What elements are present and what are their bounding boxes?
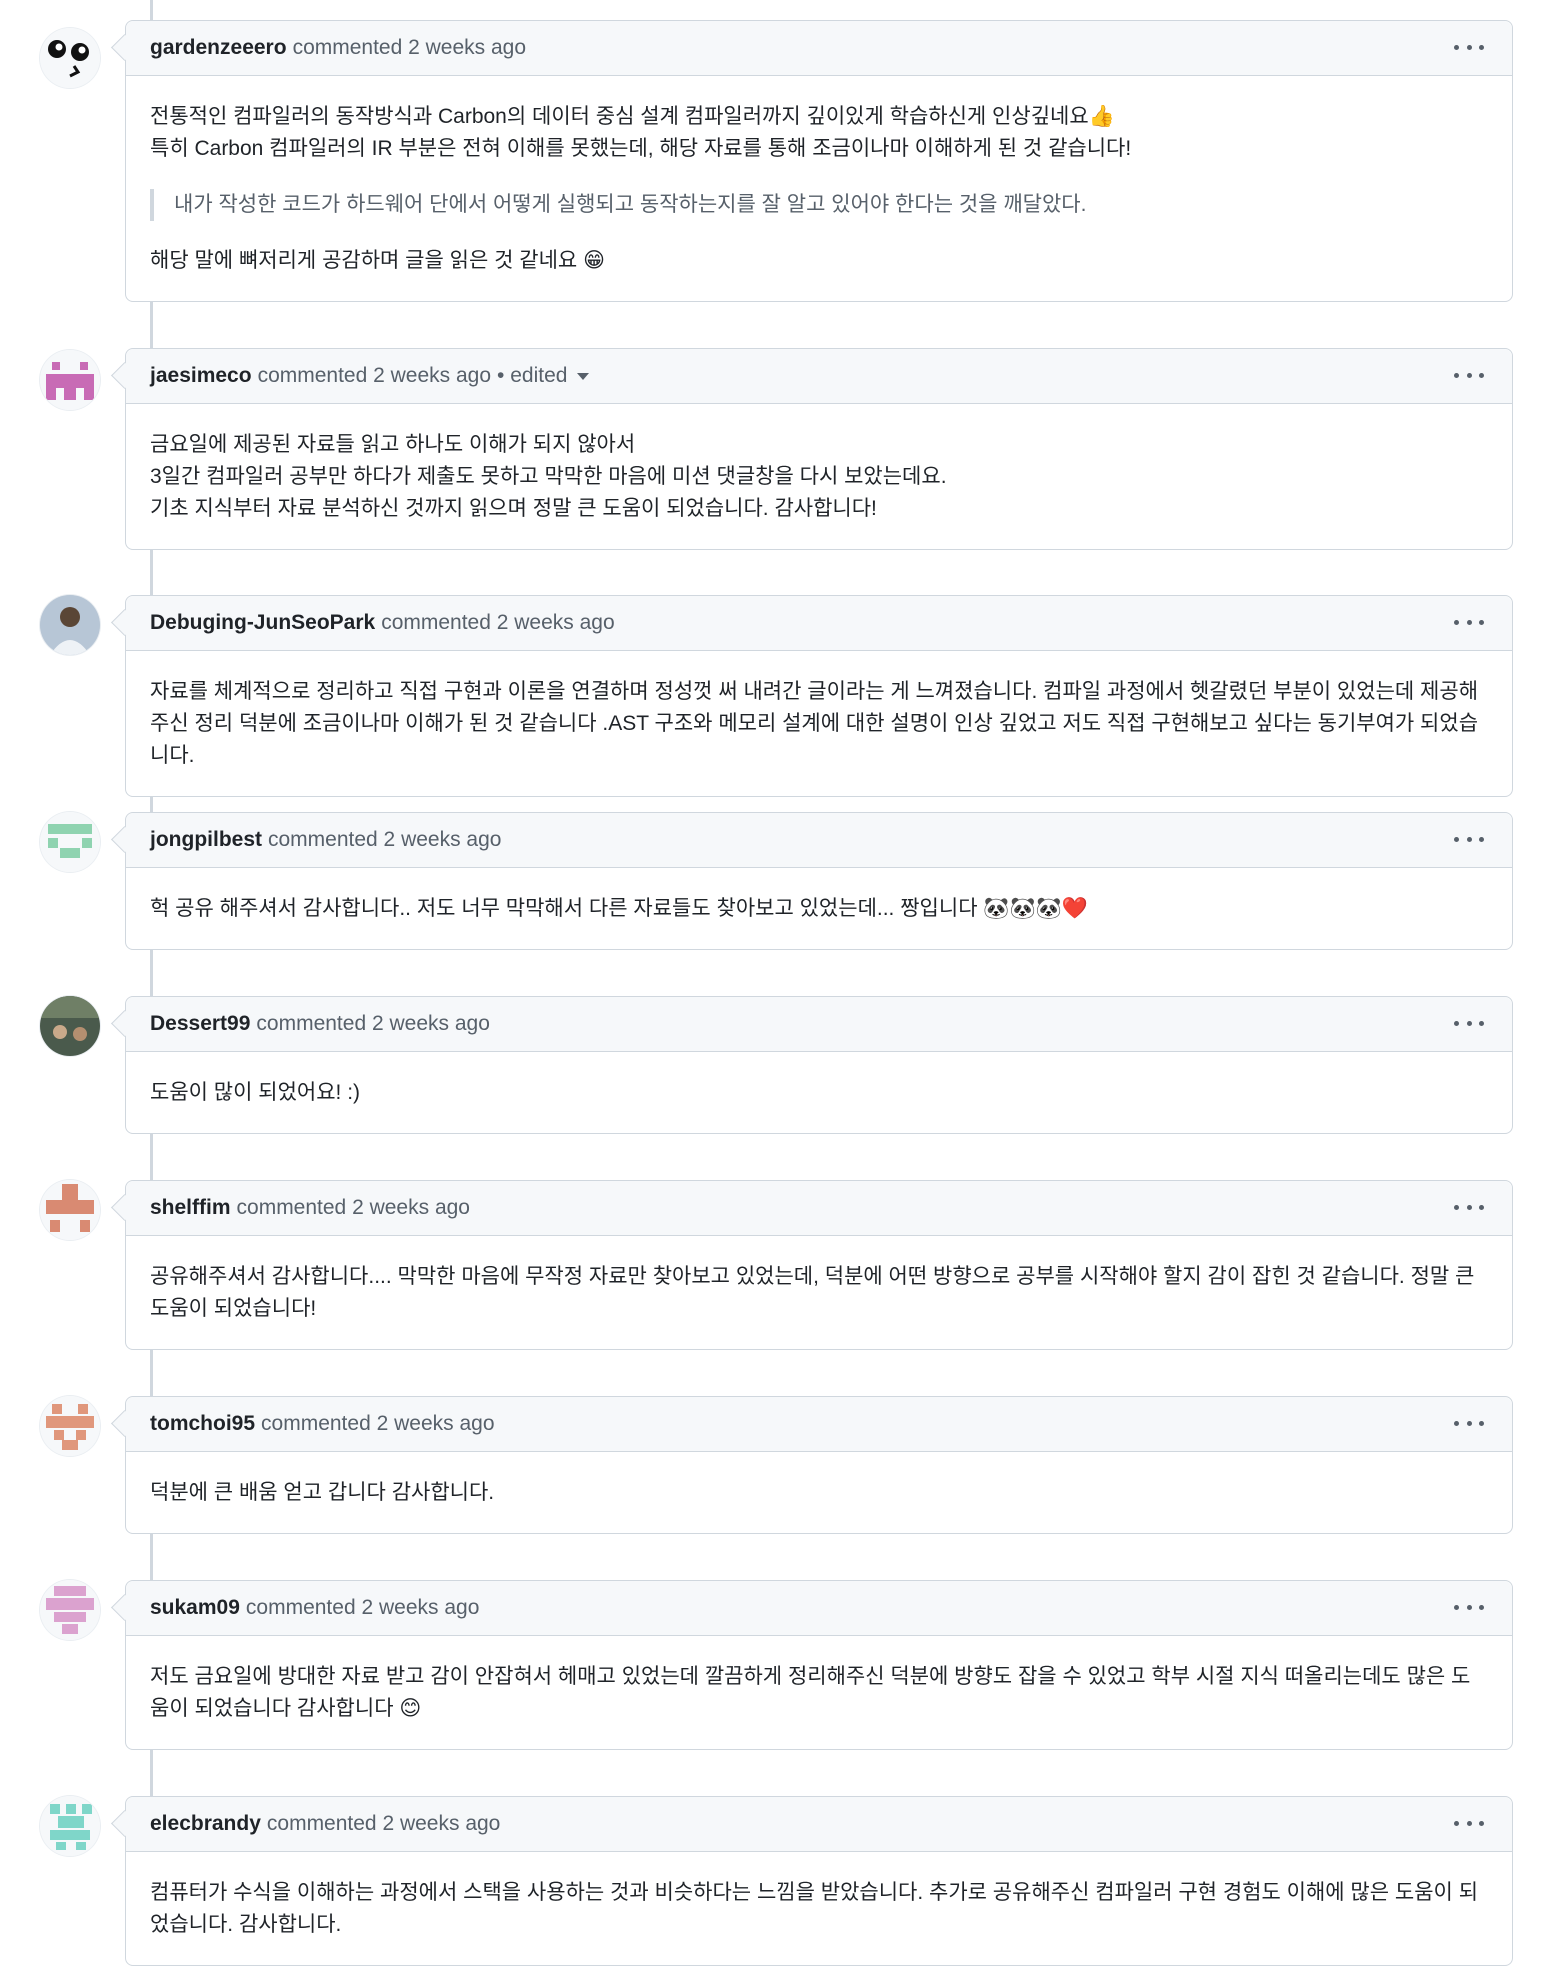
chevron-down-icon[interactable] — [577, 372, 590, 380]
comment-body: 공유해주셔서 감사합니다.... 막막한 마음에 무작정 자료만 찾아보고 있었… — [126, 1236, 1512, 1349]
blockquote: 내가 작성한 코드가 하드웨어 단에서 어떻게 실행되고 동작하는지를 잘 알고… — [150, 189, 1488, 221]
more-options-icon[interactable] — [1454, 1810, 1484, 1836]
comment-box: Dessert99 commented 2 weeks ago 도움이 많이 되… — [125, 996, 1513, 1134]
comment-body: 덕분에 큰 배움 얻고 갑니다 감사합니다. — [126, 1452, 1512, 1533]
comment-timestamp[interactable]: commented 2 weeks ago — [237, 1196, 470, 1220]
comment-timestamp[interactable]: commented 2 weeks ago — [258, 364, 491, 388]
comment-box: gardenzeeero commented 2 weeks ago 전통적인 … — [125, 20, 1513, 302]
comment-body: 자료를 체계적으로 정리하고 직접 구현과 이론을 연결하며 정성껏 써 내려간… — [126, 651, 1512, 796]
comment-box: jaesimeco commented 2 weeks ago • edited… — [125, 348, 1513, 550]
comment-header: Dessert99 commented 2 weeks ago — [126, 997, 1512, 1052]
author-link[interactable]: gardenzeeero — [150, 36, 287, 60]
comment-timestamp[interactable]: commented 2 weeks ago — [381, 611, 614, 635]
author-link[interactable]: sukam09 — [150, 1596, 240, 1620]
comment-timestamp[interactable]: commented 2 weeks ago — [261, 1412, 494, 1436]
comment-header: tomchoi95 commented 2 weeks ago — [126, 1397, 1512, 1452]
more-options-icon[interactable] — [1454, 1194, 1484, 1220]
avatar[interactable] — [40, 812, 100, 872]
comment-line: 공유해주셔서 감사합니다.... 막막한 마음에 무작정 자료만 찾아보고 있었… — [150, 1265, 1481, 1320]
comment-line: 기초 지식부터 자료 분석하신 것까지 읽으며 정말 큰 도움이 되었습니다. … — [150, 497, 877, 520]
avatar[interactable] — [40, 595, 100, 655]
comment-timestamp[interactable]: commented 2 weeks ago — [267, 1812, 500, 1836]
comment-box: shelffim commented 2 weeks ago 공유해주셔서 감사… — [125, 1180, 1513, 1350]
comment-body: 금요일에 제공된 자료들 읽고 하나도 이해가 되지 않아서 3일간 컴파일러 … — [126, 404, 1512, 549]
comment-timestamp[interactable]: commented 2 weeks ago — [268, 828, 501, 852]
comment-header: shelffim commented 2 weeks ago — [126, 1181, 1512, 1236]
more-options-icon[interactable] — [1454, 1594, 1484, 1620]
avatar[interactable] — [40, 28, 100, 88]
comment-line: 헉 공유 해주셔서 감사합니다.. 저도 너무 막막해서 다른 자료들도 찾아보… — [150, 897, 1088, 920]
author-link[interactable]: tomchoi95 — [150, 1412, 255, 1436]
comment-timestamp[interactable]: commented 2 weeks ago — [293, 36, 526, 60]
avatar[interactable] — [40, 996, 100, 1056]
comment-body: 도움이 많이 되었어요! :) — [126, 1052, 1512, 1133]
more-options-icon[interactable] — [1454, 1410, 1484, 1436]
edited-dropdown[interactable]: • edited — [497, 364, 567, 388]
comment-box: elecbrandy commented 2 weeks ago 컴퓨터가 수식… — [125, 1796, 1513, 1966]
comment-box: Debuging-JunSeoPark commented 2 weeks ag… — [125, 595, 1513, 797]
more-options-icon[interactable] — [1454, 362, 1484, 388]
comment-line: 덕분에 큰 배움 얻고 갑니다 감사합니다. — [150, 1481, 495, 1504]
avatar[interactable] — [40, 1180, 100, 1240]
author-link[interactable]: Debuging-JunSeoPark — [150, 611, 375, 635]
comment-body: 전통적인 컴파일러의 동작방식과 Carbon의 데이터 중심 설계 컴파일러까… — [126, 76, 1512, 301]
comment-box: jongpilbest commented 2 weeks ago 헉 공유 해… — [125, 812, 1513, 950]
more-options-icon[interactable] — [1454, 609, 1484, 635]
comment-box: sukam09 commented 2 weeks ago 저도 금요일에 방대… — [125, 1580, 1513, 1750]
comment-line: 자료를 체계적으로 정리하고 직접 구현과 이론을 연결하며 정성껏 써 내려간… — [150, 680, 1479, 767]
avatar[interactable] — [40, 350, 100, 410]
more-options-icon[interactable] — [1454, 1010, 1484, 1036]
comment-header: elecbrandy commented 2 weeks ago — [126, 1797, 1512, 1852]
comment-line: 3일간 컴파일러 공부만 하다가 제출도 못하고 막막한 마음에 미션 댓글창을… — [150, 465, 947, 488]
comment-line: 도움이 많이 되었어요! :) — [150, 1081, 361, 1104]
comment-line: 해당 말에 뼈저리게 공감하며 글을 읽은 것 같네요 😁 — [150, 249, 605, 272]
author-link[interactable]: Dessert99 — [150, 1012, 250, 1036]
avatar[interactable] — [40, 1796, 100, 1856]
avatar[interactable] — [40, 1396, 100, 1456]
comment-line: 특히 Carbon 컴파일러의 IR 부분은 전혀 이해를 못했는데, 해당 자… — [150, 137, 1132, 160]
comment-header: jaesimeco commented 2 weeks ago • edited — [126, 349, 1512, 404]
comment-line: 저도 금요일에 방대한 자료 받고 감이 안잡혀서 헤매고 있었는데 깔끔하게 … — [150, 1665, 1471, 1720]
comment-header: jongpilbest commented 2 weeks ago — [126, 813, 1512, 868]
comment-header: sukam09 commented 2 weeks ago — [126, 1581, 1512, 1636]
comment-line: 전통적인 컴파일러의 동작방식과 Carbon의 데이터 중심 설계 컴파일러까… — [150, 105, 1115, 128]
author-link[interactable]: elecbrandy — [150, 1812, 261, 1836]
comment-timestamp[interactable]: commented 2 weeks ago — [256, 1012, 489, 1036]
comment-line: 금요일에 제공된 자료들 읽고 하나도 이해가 되지 않아서 — [150, 433, 636, 456]
comment-body: 저도 금요일에 방대한 자료 받고 감이 안잡혀서 헤매고 있었는데 깔끔하게 … — [126, 1636, 1512, 1749]
author-link[interactable]: jongpilbest — [150, 828, 262, 852]
more-options-icon[interactable] — [1454, 34, 1484, 60]
more-options-icon[interactable] — [1454, 826, 1484, 852]
comment-body: 컴퓨터가 수식을 이해하는 과정에서 스택을 사용하는 것과 비슷하다는 느낌을… — [126, 1852, 1512, 1965]
avatar[interactable] — [40, 1580, 100, 1640]
comment-line: 컴퓨터가 수식을 이해하는 과정에서 스택을 사용하는 것과 비슷하다는 느낌을… — [150, 1881, 1479, 1936]
comment-body: 헉 공유 해주셔서 감사합니다.. 저도 너무 막막해서 다른 자료들도 찾아보… — [126, 868, 1512, 949]
comment-header: gardenzeeero commented 2 weeks ago — [126, 21, 1512, 76]
comment-box: tomchoi95 commented 2 weeks ago 덕분에 큰 배움… — [125, 1396, 1513, 1534]
author-link[interactable]: jaesimeco — [150, 364, 252, 388]
comment-header: Debuging-JunSeoPark commented 2 weeks ag… — [126, 596, 1512, 651]
author-link[interactable]: shelffim — [150, 1196, 231, 1220]
comment-timestamp[interactable]: commented 2 weeks ago — [246, 1596, 479, 1620]
